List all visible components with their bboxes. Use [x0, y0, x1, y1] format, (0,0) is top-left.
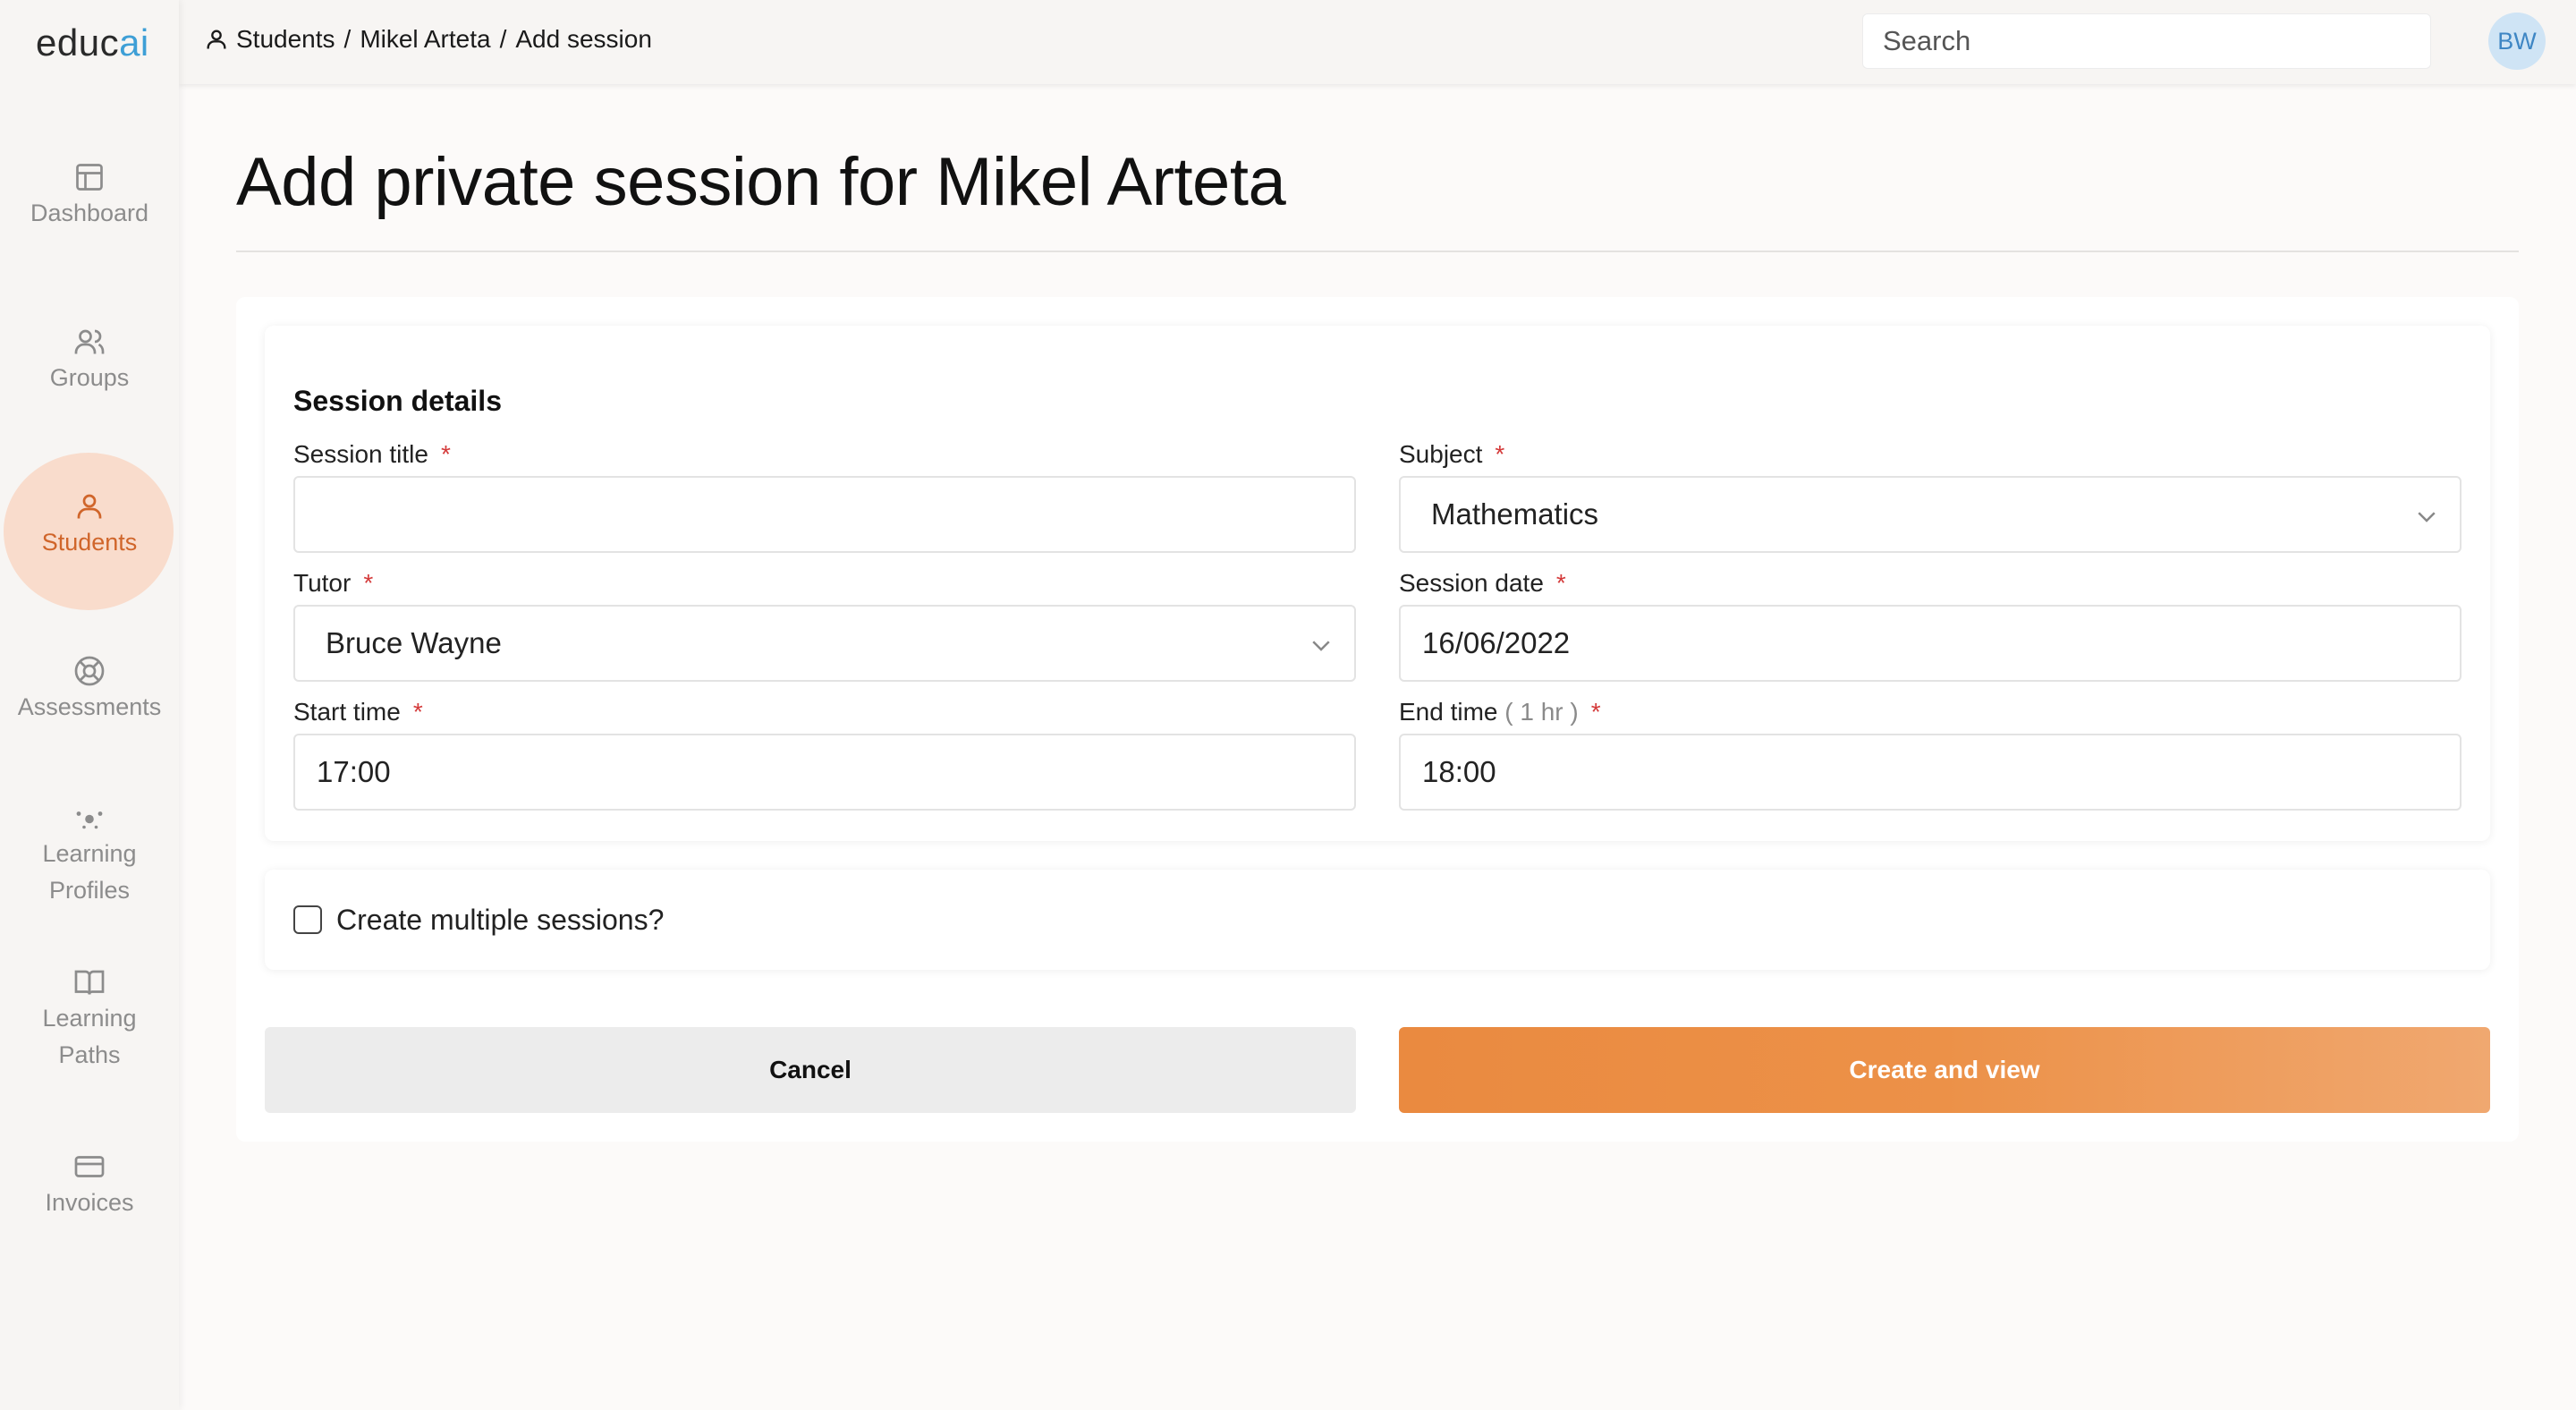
multiple-sessions-checkbox[interactable] — [293, 905, 322, 934]
session-title-input[interactable] — [293, 476, 1356, 553]
create-and-view-button[interactable]: Create and view — [1399, 1027, 2490, 1113]
lifebuoy-icon — [74, 656, 105, 686]
tutor-select[interactable]: Bruce Wayne — [293, 605, 1356, 682]
sidebar-item-students[interactable]: Students — [0, 490, 179, 561]
start-time-label: Start time * — [293, 698, 423, 726]
field-label-text: Subject — [1399, 440, 1483, 468]
sidebar-item-label: Groups — [49, 364, 130, 391]
sidebar-item-learning-paths[interactable]: Learning Paths — [0, 966, 179, 1074]
logo-text: educ — [36, 21, 120, 64]
sidebar-item-label: Learning — [42, 1005, 137, 1032]
sidebar-item-label: Students — [41, 529, 138, 556]
sidebar-item-invoices[interactable]: Invoices — [0, 1151, 179, 1221]
start-time-input[interactable]: 17:00 — [293, 734, 1356, 811]
breadcrumb: Students / Mikel Arteta / Add session — [204, 25, 652, 54]
subject-label: Subject * — [1399, 440, 1504, 469]
field-label-text: Session title — [293, 440, 428, 468]
logo-accent-text: ai — [119, 21, 149, 64]
chevron-down-icon — [2418, 512, 2436, 522]
field-value: 18:00 — [1422, 755, 1496, 788]
avatar[interactable]: BW — [2488, 13, 2546, 70]
required-marker: * — [440, 440, 451, 468]
session-details-card: Session details Session title * Subject * … — [265, 326, 2490, 841]
top-bar: Students / Mikel Arteta / Add session BW — [179, 0, 2576, 84]
section-title: Session details — [293, 385, 502, 417]
end-time-input[interactable]: 18:00 — [1399, 734, 2462, 811]
dots-icon — [76, 811, 103, 829]
sidebar-item-label: Learning — [42, 840, 137, 867]
sidebar-item-label: Invoices — [45, 1189, 134, 1216]
sidebar-item-label: Dashboard — [30, 200, 149, 226]
sidebar-item-groups[interactable]: Groups — [0, 326, 179, 396]
dashboard-icon — [76, 164, 103, 191]
sidebar-item-assessments[interactable]: Assessments — [0, 655, 179, 726]
multiple-sessions-label[interactable]: Create multiple sessions? — [336, 904, 664, 937]
breadcrumb-current: Add session — [515, 25, 652, 53]
session-title-label: Session title * — [293, 440, 451, 469]
session-form: Session details Session title * Subject * … — [236, 297, 2519, 1142]
cancel-button[interactable]: Cancel — [265, 1027, 1356, 1113]
sidebar-item-label: Assessments — [17, 693, 162, 720]
multiple-sessions-card: Create multiple sessions? — [265, 870, 2490, 970]
sidebar-item-label: Profiles — [48, 877, 131, 904]
breadcrumb-students-link[interactable]: Students — [236, 25, 335, 54]
tutor-label: Tutor * — [293, 569, 373, 598]
field-label-text: Session date — [1399, 569, 1544, 597]
card-icon — [74, 1156, 105, 1177]
page-title: Add private session for Mikel Arteta — [236, 144, 1286, 220]
chevron-down-icon — [1312, 641, 1330, 651]
student-icon — [77, 494, 102, 519]
field-value: 17:00 — [317, 755, 391, 788]
required-marker: * — [1555, 569, 1566, 597]
student-icon — [207, 30, 226, 49]
required-marker: * — [1590, 698, 1601, 726]
sidebar-item-label: Paths — [58, 1041, 121, 1068]
breadcrumb-separator: / — [499, 25, 507, 53]
groups-icon — [74, 329, 105, 354]
duration-hint: ( 1 hr ) — [1497, 698, 1579, 726]
sidebar-item-learning-profiles[interactable]: Learning Profiles — [0, 802, 179, 909]
session-date-input[interactable]: 16/06/2022 — [1399, 605, 2462, 682]
book-icon — [74, 970, 105, 995]
breadcrumb-student-link[interactable]: Mikel Arteta — [360, 25, 490, 54]
subject-select[interactable]: Mathematics — [1399, 476, 2462, 553]
sidebar: educai Dashboard Groups Students Assessm… — [0, 0, 179, 1410]
end-time-label: End time ( 1 hr ) * — [1399, 698, 1601, 726]
title-divider — [236, 251, 2519, 252]
breadcrumb-separator: / — [343, 25, 352, 53]
search-input[interactable] — [1862, 13, 2431, 69]
field-label-text: End time — [1399, 698, 1498, 726]
app-logo[interactable]: educai — [36, 21, 149, 64]
required-marker: * — [1495, 440, 1505, 468]
field-label-text: Start time — [293, 698, 401, 726]
field-value: Bruce Wayne — [326, 626, 502, 659]
session-date-label: Session date * — [1399, 569, 1566, 598]
field-value: Mathematics — [1431, 497, 1599, 531]
field-value: 16/06/2022 — [1422, 626, 1571, 659]
field-label-text: Tutor — [293, 569, 352, 597]
required-marker: * — [363, 569, 374, 597]
sidebar-item-dashboard[interactable]: Dashboard — [0, 161, 179, 232]
required-marker: * — [412, 698, 423, 726]
